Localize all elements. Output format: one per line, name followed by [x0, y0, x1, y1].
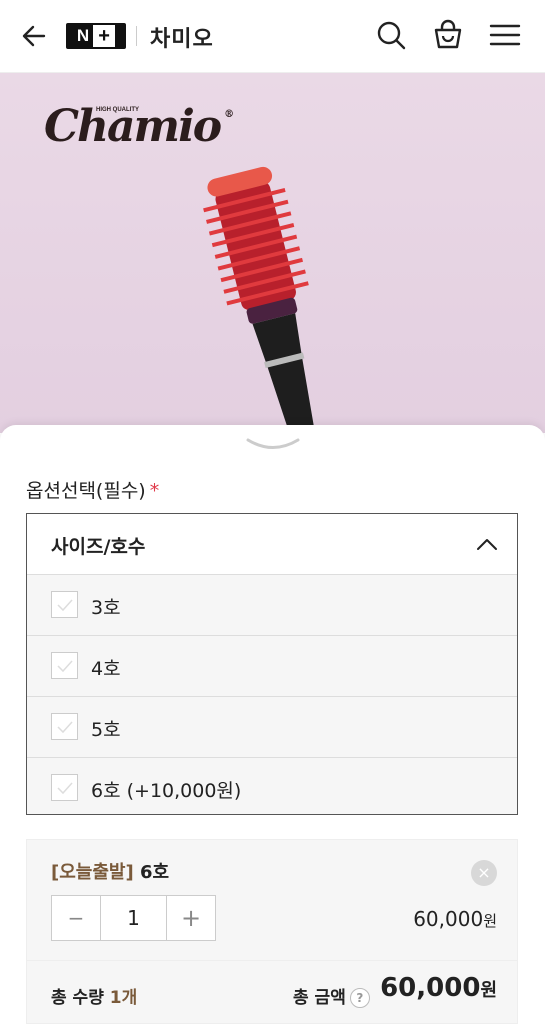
option-item-5[interactable]: 5호 — [27, 697, 517, 758]
option-checkbox[interactable] — [51, 591, 78, 618]
remove-option-button[interactable]: × — [471, 860, 497, 886]
option-section-title: 옵션선택(필수) * — [26, 476, 159, 503]
total-quantity-label: 총 수량 — [51, 988, 104, 1008]
item-price: 60,000원 — [413, 907, 497, 931]
quantity-stepper: − 1 + — [51, 895, 216, 941]
chevron-up-icon[interactable] — [475, 532, 499, 556]
selected-option-name: [오늘출발] 6호 — [51, 858, 169, 884]
item-price-currency: 원 — [483, 912, 497, 930]
option-item-3[interactable]: 3호 — [27, 575, 517, 636]
sheet-collapse-handle-icon[interactable] — [246, 437, 300, 453]
option-title-text: 옵션선택(필수) — [26, 480, 146, 502]
total-quantity: 총 수량 1개 — [51, 983, 137, 1008]
select-label: 사이즈/호수 — [51, 536, 146, 558]
shopping-bag-icon[interactable] — [431, 18, 465, 52]
increase-quantity-button[interactable]: + — [166, 896, 215, 940]
quantity-input[interactable]: 1 — [101, 896, 166, 940]
decrease-quantity-button[interactable]: − — [52, 896, 101, 940]
naver-plus-logo[interactable]: N + — [66, 23, 126, 49]
logo-plus: + — [93, 25, 116, 47]
option-item-6[interactable]: 6호 (+10,000원) — [27, 758, 517, 818]
option-checkbox[interactable] — [51, 652, 78, 679]
option-label: 6호 (+10,000원) — [91, 780, 242, 802]
option-label: 5호 — [91, 719, 121, 741]
total-amount: 60,000원 — [380, 973, 497, 1003]
brand-tagline: HIGH QUALITY — [96, 107, 139, 113]
option-label: 3호 — [91, 597, 121, 619]
brand-registered-mark: ® — [224, 109, 234, 120]
check-icon — [57, 660, 73, 673]
menu-icon[interactable] — [488, 18, 522, 52]
total-amount-value: 60,000 — [380, 973, 481, 1003]
required-mark: * — [149, 480, 160, 502]
delivery-tag: [오늘출발] — [51, 862, 134, 883]
check-icon — [57, 599, 73, 612]
option-bottom-sheet: 옵션선택(필수) * 사이즈/호수 3호 4호 5호 6호 (+10,000원)… — [0, 425, 545, 1024]
back-arrow-icon[interactable] — [18, 20, 50, 52]
top-navigation-bar: N + 차미오 — [0, 0, 545, 73]
total-quantity-value: 1개 — [109, 988, 138, 1008]
option-checkbox[interactable] — [51, 713, 78, 740]
store-name[interactable]: 차미오 — [150, 21, 214, 53]
item-price-value: 60,000 — [413, 907, 484, 931]
size-select-dropdown[interactable]: 사이즈/호수 3호 4호 5호 6호 (+10,000원) — [26, 513, 518, 815]
order-summary-bar: 총 수량 1개 총 금액? 60,000원 — [26, 960, 518, 1024]
total-amount-currency: 원 — [480, 980, 497, 1001]
total-amount-label-group: 총 금액? — [293, 983, 370, 1008]
logo-letter: N — [76, 26, 90, 45]
header-divider — [136, 26, 137, 46]
product-image[interactable]: Chamio HIGH QUALITY ® — [0, 73, 545, 433]
help-icon[interactable]: ? — [349, 988, 370, 1008]
option-label: 4호 — [91, 658, 121, 680]
option-checkbox[interactable] — [51, 774, 78, 801]
check-icon — [57, 782, 73, 795]
round-brush-illustration — [203, 166, 316, 433]
select-header[interactable]: 사이즈/호수 — [27, 514, 517, 575]
search-icon[interactable] — [374, 18, 408, 52]
brand-logo: Chamio HIGH QUALITY ® — [44, 101, 234, 152]
option-item-4[interactable]: 4호 — [27, 636, 517, 697]
total-amount-label: 총 금액 — [293, 988, 346, 1008]
check-icon — [57, 721, 73, 734]
selected-option-card: [오늘출발] 6호 × − 1 + 60,000원 — [26, 839, 518, 961]
selected-option-value: 6호 — [139, 862, 170, 883]
